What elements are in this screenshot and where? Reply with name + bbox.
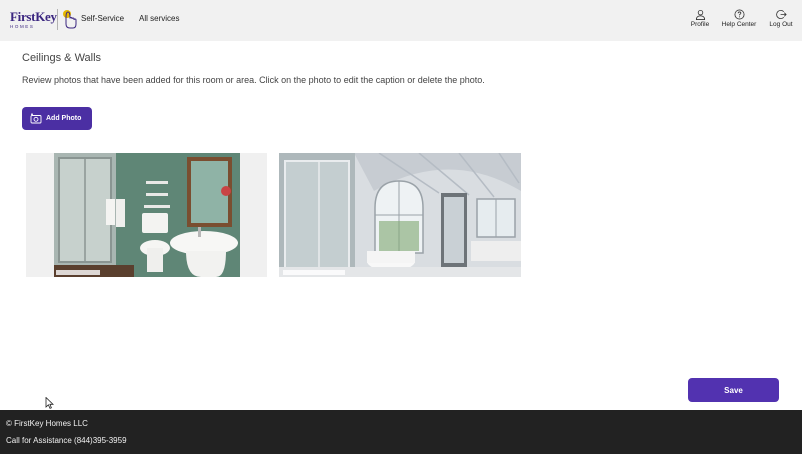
photo-thumbnail-2[interactable] bbox=[279, 153, 521, 277]
logo-subtext: HOMES bbox=[10, 24, 35, 29]
camera-add-icon bbox=[30, 113, 42, 124]
photo-thumbnail-1[interactable] bbox=[26, 153, 267, 277]
help-center-link[interactable]: Help Center bbox=[718, 9, 760, 29]
self-service-hand-icon bbox=[63, 10, 77, 29]
firstkey-logo[interactable]: FirstKey HOMES bbox=[10, 9, 57, 29]
help-circle-icon bbox=[734, 9, 744, 20]
logout-label: Log Out bbox=[769, 21, 793, 28]
instructions-text: Review photos that have been added for t… bbox=[22, 75, 485, 85]
help-center-label: Help Center bbox=[721, 21, 757, 28]
profile-link[interactable]: Profile bbox=[687, 9, 713, 29]
bathroom-photo-icon bbox=[54, 153, 240, 277]
copyright-text: © FirstKey Homes LLC bbox=[6, 419, 88, 428]
footer: © FirstKey Homes LLC Call for Assistance… bbox=[0, 410, 802, 454]
add-photo-label: Add Photo bbox=[46, 115, 82, 122]
mouse-cursor-icon bbox=[45, 397, 54, 409]
header-divider bbox=[57, 9, 58, 30]
profile-label: Profile bbox=[690, 21, 710, 28]
add-photo-button[interactable]: Add Photo bbox=[22, 107, 92, 130]
assistance-phone[interactable]: Call for Assistance (844)395-3959 bbox=[6, 436, 127, 446]
save-button[interactable]: Save bbox=[688, 378, 779, 402]
all-services-link[interactable]: All services bbox=[139, 14, 179, 24]
logo-text: FirstKey bbox=[10, 9, 57, 24]
page-title: Ceilings & Walls bbox=[22, 52, 102, 64]
logout-icon bbox=[775, 9, 787, 20]
logout-link[interactable]: Log Out bbox=[765, 9, 797, 29]
top-header: FirstKey HOMES Self-Service All services… bbox=[0, 0, 802, 41]
bathroom-photo-icon bbox=[279, 153, 521, 277]
profile-icon bbox=[695, 9, 705, 20]
self-service-link[interactable]: Self-Service bbox=[81, 14, 124, 24]
